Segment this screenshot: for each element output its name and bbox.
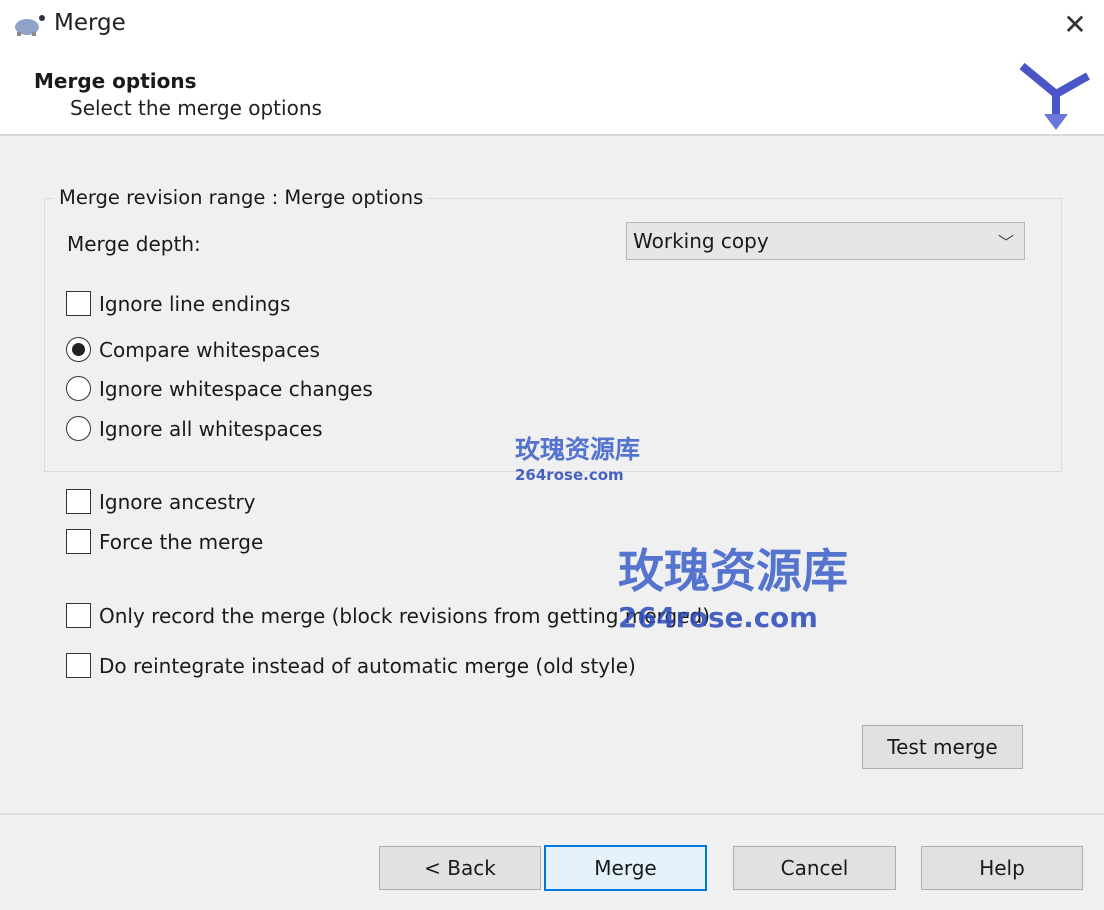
checkbox-box[interactable] <box>66 603 91 628</box>
radio-button[interactable] <box>66 337 91 362</box>
group-label: Merge revision range : Merge options <box>54 186 429 209</box>
merge-depth-select[interactable]: Working copy ﹀ <box>626 222 1025 260</box>
page-title: Merge options <box>34 69 197 93</box>
checkbox-box[interactable] <box>66 653 91 678</box>
checkbox-label: Only record the merge (block revisions f… <box>99 603 711 628</box>
merge-arrow-logo <box>1019 62 1090 130</box>
radio-label: Ignore whitespace changes <box>99 376 373 401</box>
ignore-line-endings-checkbox[interactable]: Ignore line endings <box>66 291 290 316</box>
radio-button[interactable] <box>66 376 91 401</box>
merge-depth-value: Working copy <box>633 229 769 253</box>
window-title: Merge <box>54 10 126 36</box>
chevron-down-icon: ﹀ <box>997 233 1014 252</box>
ignore-ancestry-checkbox[interactable]: Ignore ancestry <box>66 489 256 514</box>
radio-label: Compare whitespaces <box>99 337 320 362</box>
back-button[interactable]: < Back <box>379 846 541 890</box>
radio-compare-whitespaces[interactable]: Compare whitespaces <box>66 337 320 362</box>
checkbox-label: Do reintegrate instead of automatic merg… <box>99 653 636 678</box>
checkbox-label: Force the merge <box>99 529 264 554</box>
merge-depth-label: Merge depth: <box>67 232 201 256</box>
title-bar: Merge ✕ <box>0 0 1104 52</box>
force-merge-checkbox[interactable]: Force the merge <box>66 529 263 554</box>
checkbox-box[interactable] <box>66 291 91 316</box>
checkbox-label: Ignore ancestry <box>99 489 256 514</box>
wizard-header: Merge options Select the merge options <box>0 52 1104 136</box>
divider <box>0 813 1104 815</box>
radio-button[interactable] <box>66 416 91 441</box>
close-icon[interactable]: ✕ <box>1058 8 1092 41</box>
reintegrate-checkbox[interactable]: Do reintegrate instead of automatic merg… <box>66 653 636 678</box>
checkbox-label: Ignore line endings <box>99 291 291 316</box>
test-merge-button[interactable]: Test merge <box>862 725 1023 769</box>
record-only-checkbox[interactable]: Only record the merge (block revisions f… <box>66 603 710 628</box>
help-button[interactable]: Help <box>921 846 1083 890</box>
radio-label: Ignore all whitespaces <box>99 416 323 441</box>
cancel-button[interactable]: Cancel <box>733 846 896 890</box>
radio-ignore-whitespace-changes[interactable]: Ignore whitespace changes <box>66 376 373 401</box>
merge-button[interactable]: Merge <box>544 845 707 891</box>
checkbox-box[interactable] <box>66 489 91 514</box>
page-subtitle: Select the merge options <box>70 96 322 120</box>
tortoise-icon <box>15 15 45 36</box>
checkbox-box[interactable] <box>66 529 91 554</box>
radio-ignore-all-whitespaces[interactable]: Ignore all whitespaces <box>66 416 323 441</box>
